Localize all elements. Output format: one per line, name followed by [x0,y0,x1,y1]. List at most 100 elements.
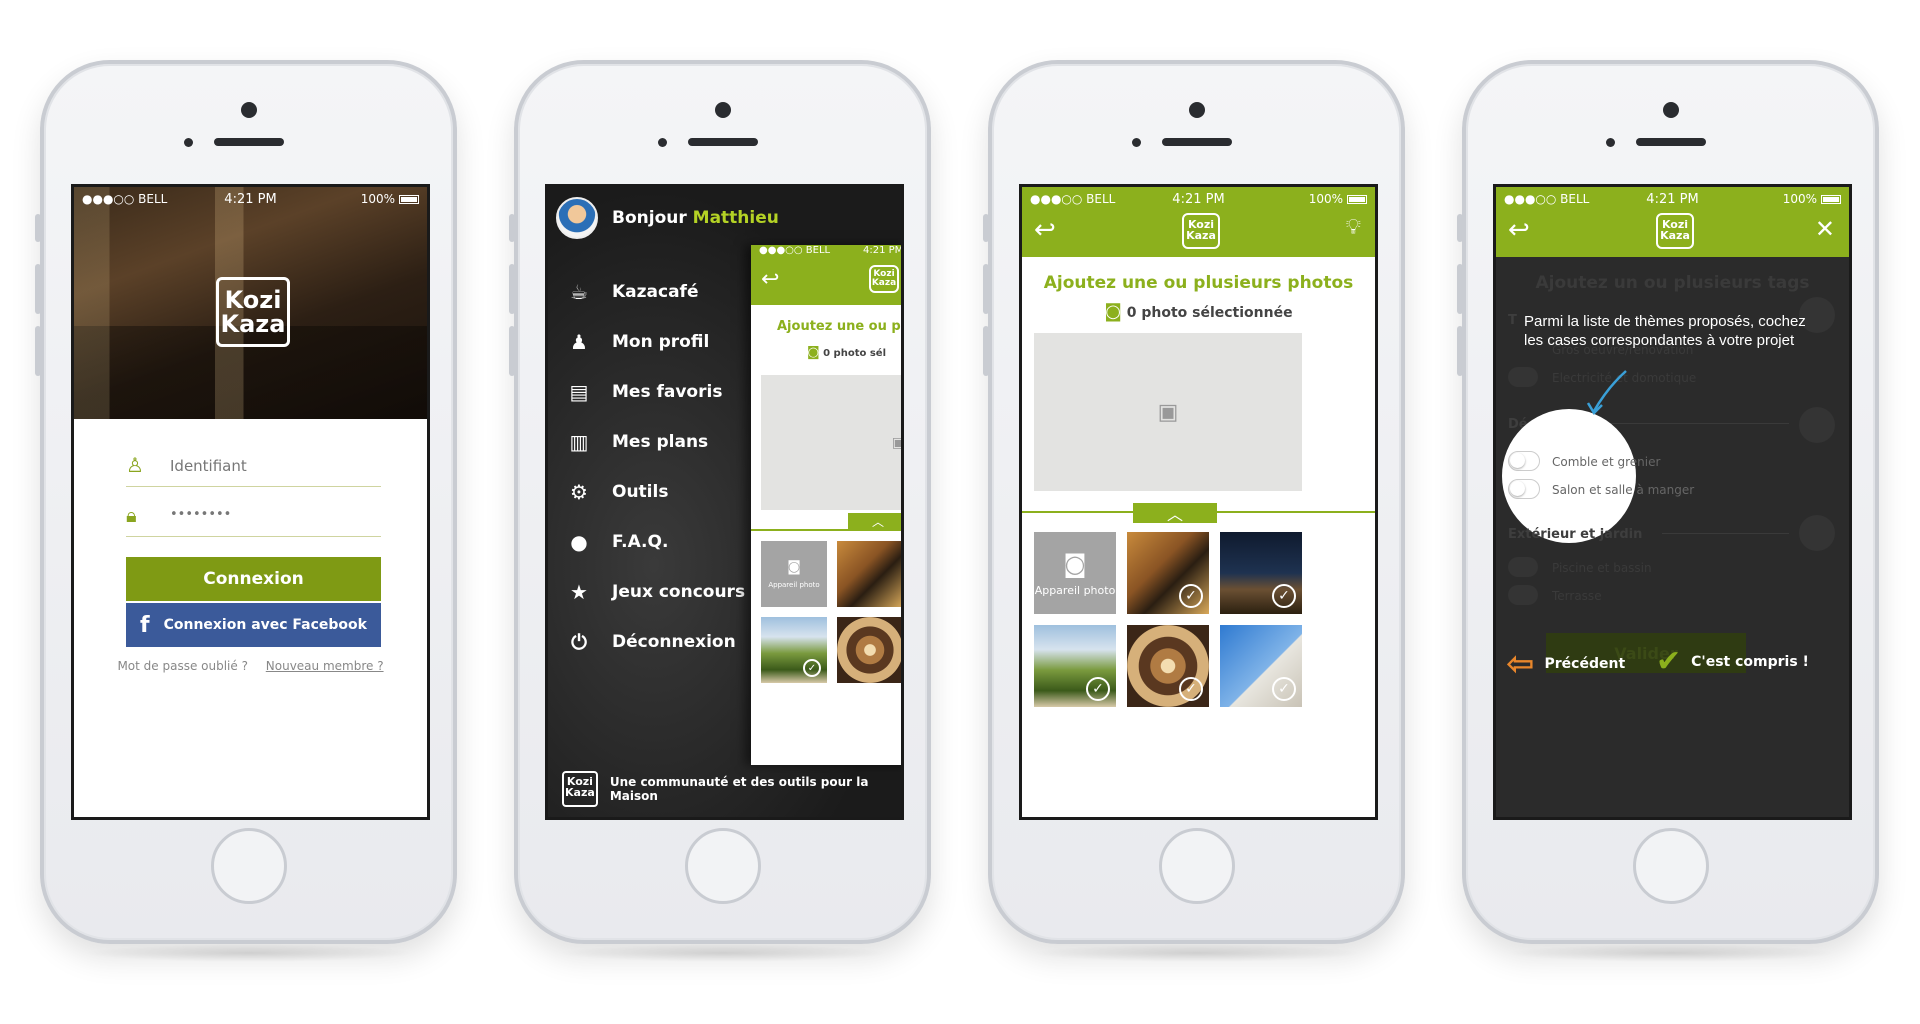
earpiece-speaker [213,138,284,146]
home-button[interactable] [210,828,287,904]
menu-item-jeux[interactable]: ★ Jeux concours [566,567,745,617]
volume-down-button [35,326,41,376]
collapse-tab[interactable]: ︿ [1133,503,1217,524]
tags-screen: ●●●○○ BELL 4:21 PM 100% ↩ Kozi Kaza ✕ Ajo… [1493,184,1852,820]
camera-icon: ◙ [1063,549,1087,578]
user-icon: ♟ [570,330,588,354]
menu-screen: Bonjour Matthieu ☕︎ Kazacafé ♟ Mon profil … [545,184,904,820]
photo-thumb[interactable]: ✓ [1220,532,1302,614]
photo-thumb[interactable]: ✓ [761,617,827,683]
login-button[interactable]: Connexion [126,557,381,601]
facebook-login-button[interactable]: f Connexion avec Facebook [126,603,381,647]
back-arrow-icon[interactable]: ↩ [1508,215,1530,245]
paint-roller-icon [1799,407,1835,443]
camera-icon: ◙ [807,345,820,360]
camera-tile[interactable]: ◙ Appareil photo [1034,532,1116,614]
status-bar: ●●●○○ BELL 4:21 PM 100% [1022,187,1375,211]
proximity-sensor [1132,138,1141,147]
collapse-tab[interactable]: ︿ [848,513,901,529]
mute-switch [1457,214,1463,242]
image-placeholder-icon: ▣ [891,434,904,451]
main-screen-peek[interactable]: ●●●○○ BELL 4:21 PM ↩ Kozi Kaza Ajoutez un… [751,245,904,765]
home-button[interactable] [1632,828,1709,904]
menu-item-deconnexion[interactable]: ⏻ Déconnexion [566,617,745,667]
menu-item-faq[interactable]: ● F.A.Q. [566,517,745,567]
kozikaza-logo: Kozi Kaza [869,265,899,293]
check-icon: ✓ [803,659,821,677]
login-screen: ●●●○○ BELL 4:21 PM 100% Kozi Kaza ♙ Iden… [71,184,430,820]
check-icon: ✓ [1272,584,1296,608]
forgot-password-link[interactable]: Mot de passe oublié ? [117,659,248,673]
earpiece-speaker [1635,138,1706,146]
status-bar: ●●●○○ BELL 4:21 PM 100% [1496,187,1849,211]
earpiece-speaker [687,138,758,146]
camera-tile[interactable]: ◙ Appareil photo [761,541,827,607]
phone-menu: Bonjour Matthieu ☕︎ Kazacafé ♟ Mon profil … [509,60,931,962]
photo-thumb[interactable]: ✓ [1127,532,1209,614]
previous-button[interactable]: ⇦ Précédent [1506,647,1625,681]
check-icon: ✓ [1179,584,1203,608]
tip-arrow-icon [1586,370,1627,416]
toggle-terrasse[interactable] [1508,585,1538,605]
kozikaza-logo: Kozi Kaza [216,277,290,347]
camera-icon: ◙ [1104,301,1122,322]
check-icon: ✓ [1086,677,1110,701]
back-arrow-icon[interactable]: ↩ [1034,215,1056,245]
avatar[interactable] [556,197,598,239]
selection-count: 0 photo sélectionnée [1126,305,1293,321]
home-button[interactable] [684,828,761,904]
back-arrow-icon[interactable]: ↩ [761,267,779,292]
lock-icon: 🔒︎ [126,503,137,527]
understood-button[interactable]: ✔ C'est compris ! [1656,647,1809,677]
username-field[interactable]: ♙ Identifiant [126,447,381,487]
front-camera [1662,102,1679,118]
toggle-salon[interactable] [1508,479,1540,499]
kozikaza-logo: Kozi Kaza [1182,213,1220,249]
password-field[interactable]: 🔒︎ •••••••• [126,497,381,537]
peek-header: ●●●○○ BELL 4:21 PM ↩ Kozi Kaza [751,245,901,305]
volume-down-button [1457,326,1463,376]
check-icon: ✓ [1272,677,1296,701]
proximity-sensor [1606,138,1615,147]
chat-bubble-icon: ● [570,530,588,554]
front-camera [240,102,257,118]
menu-item-favoris[interactable]: ▤ Mes favoris [566,367,745,417]
clock: 4:21 PM [224,191,277,207]
close-icon[interactable]: ✕ [1815,215,1835,243]
photo-thumb[interactable]: ✓ [1220,625,1302,707]
front-camera [1188,102,1205,118]
photo-preview: ▣ [1034,333,1302,491]
new-member-link[interactable]: Nouveau membre ? [266,659,384,673]
photo-thumb[interactable] [837,617,901,683]
photo-thumb[interactable] [837,541,901,607]
volume-down-button [509,326,515,376]
carrier-label: ●●●○○ BELL [82,192,168,206]
kozikaza-logo: Kozi Kaza [562,771,598,807]
check-icon: ✓ [1179,677,1203,701]
toggle-piscine[interactable] [1508,557,1538,577]
menu-item-profil[interactable]: ♟ Mon profil [566,317,745,367]
photos-screen: ●●●○○ BELL 4:21 PM 100% ↩ Kozi Kaza 💡︎ Aj… [1019,184,1378,820]
lightbulb-icon[interactable]: 💡︎ [1346,215,1361,240]
greeting: Bonjour [612,208,687,228]
toggle-electricite[interactable] [1508,367,1538,387]
menu-item-plans[interactable]: ▥ Mes plans [566,417,745,467]
facebook-icon: f [140,612,150,638]
home-button[interactable] [1158,828,1235,904]
battery-icon [1821,194,1841,204]
photo-thumb[interactable]: ✓ [1127,625,1209,707]
proximity-sensor [658,138,667,147]
toggle-comble[interactable] [1508,451,1540,471]
menu-item-outils[interactable]: ⚙︎ Outils [566,467,745,517]
photo-thumb[interactable]: ✓ [1034,625,1116,707]
phone-tags: ●●●○○ BELL 4:21 PM 100% ↩ Kozi Kaza ✕ Ajo… [1457,60,1879,962]
volume-up-button [983,264,989,314]
tip-text: Parmi la liste de thèmes proposés, coche… [1524,313,1806,349]
volume-down-button [983,326,989,376]
page-title: Ajoutez un ou plusieurs tags [1535,273,1810,293]
user-icon: ♙ [126,453,144,477]
login-form: ♙ Identifiant 🔒︎ •••••••• Connexion f Co… [74,419,427,817]
volume-up-button [509,264,515,314]
menu-item-kazacafe[interactable]: ☕︎ Kazacafé [566,267,745,317]
menu-footer: Kozi Kaza Une communauté et des outils p… [562,771,901,807]
